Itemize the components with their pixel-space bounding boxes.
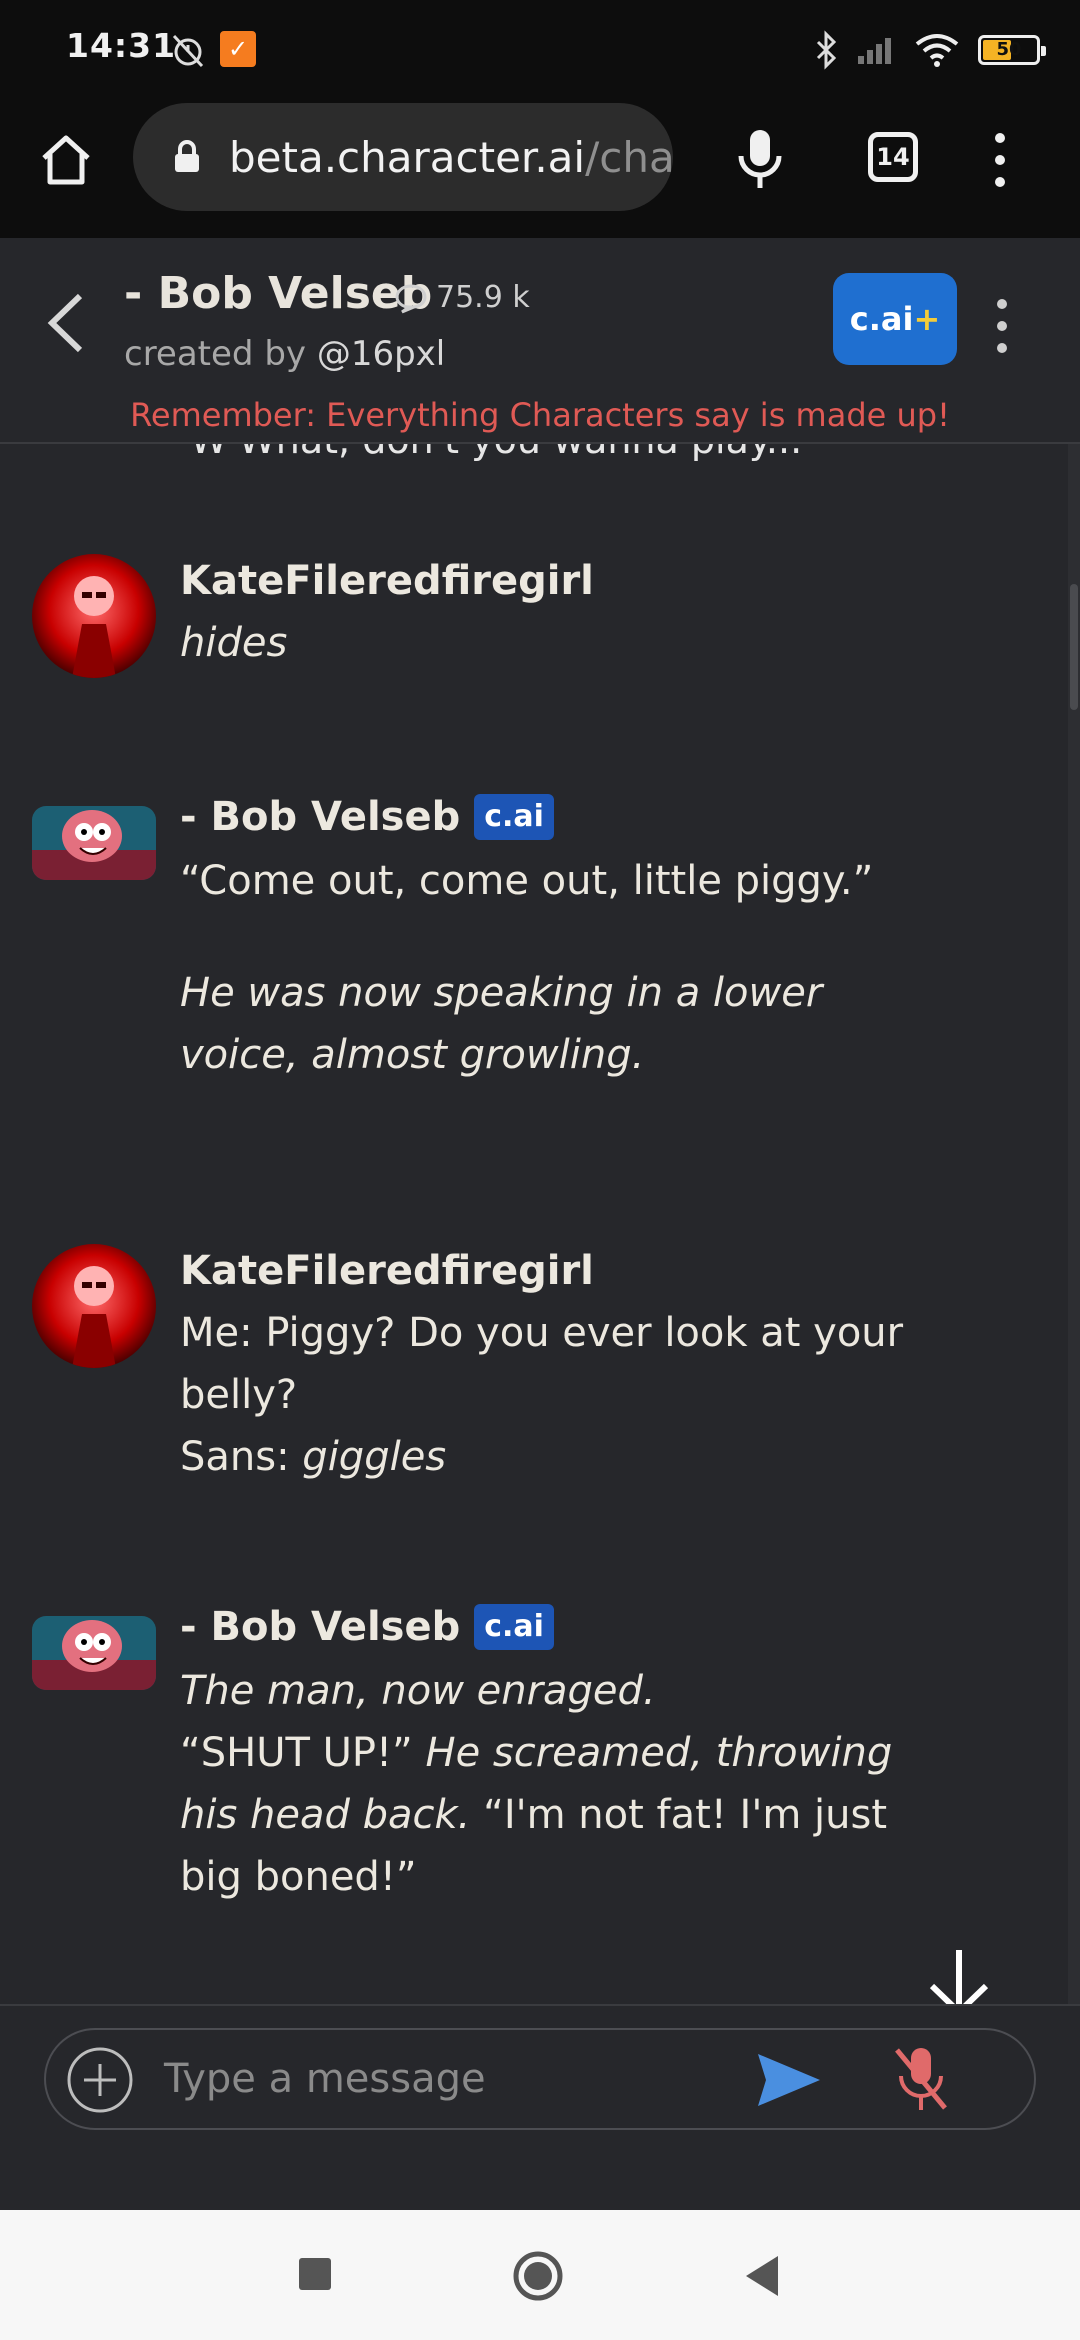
signal-icon	[858, 38, 891, 64]
italic-text: He was now speaking in a lower voice, al…	[180, 970, 823, 1078]
url-path: /chat	[585, 132, 673, 182]
author-name: KateFileredfiregirl	[180, 558, 594, 604]
chat-messages[interactable]: W-What, don't you wanna play... KateFile…	[0, 444, 1080, 2004]
chat-count-value: 75.9 k	[436, 280, 530, 315]
message-input-container[interactable]: Type a message	[44, 2028, 1036, 2130]
message-input[interactable]: Type a message	[164, 2056, 486, 2102]
url-domain: beta.character.ai	[229, 132, 586, 182]
scroll-thumb[interactable]	[1070, 584, 1078, 710]
character-name: - Bob Velseb	[124, 268, 433, 319]
message-text: hides	[180, 612, 940, 674]
message-author: - Bob Velseb c.ai	[180, 794, 554, 840]
app-notification-icon: ✓	[220, 31, 256, 67]
url-text: beta.character.ai/chat	[229, 133, 673, 182]
creator-prefix: created by	[124, 334, 317, 374]
creator-line: created by @16pxl	[124, 334, 445, 374]
scroll-down-arrow-icon[interactable]	[924, 1944, 994, 2004]
message-author: KateFileredfiregirl	[180, 1248, 594, 1294]
back-arrow-icon[interactable]	[44, 290, 88, 356]
quote-text: “SHUT UP!”	[180, 1730, 413, 1776]
chat-count: 75.9 k	[394, 280, 530, 315]
user-avatar[interactable]	[32, 554, 156, 678]
chat-bubble-icon	[395, 283, 427, 313]
status-time: 14:31	[66, 26, 177, 65]
scrollbar[interactable]	[1068, 444, 1080, 2004]
creator-handle[interactable]: @16pxl	[317, 334, 445, 374]
tab-switcher-button[interactable]: 14	[868, 132, 918, 182]
cai-badge: c.ai	[474, 794, 554, 840]
bluetooth-icon	[816, 30, 837, 70]
recent-apps-icon[interactable]	[299, 2258, 331, 2290]
partial-message-text: W-What, don't you wanna play...	[190, 444, 802, 462]
message-text: The man, now enraged. “SHUT UP!” He scre…	[180, 1660, 940, 1908]
italic-text: hides	[180, 620, 288, 666]
cai-badge: c.ai	[474, 1604, 554, 1650]
voice-search-icon[interactable]	[735, 126, 785, 192]
message-line: Me: Piggy? Do you ever look at your bell…	[180, 1310, 904, 1418]
message-author: KateFileredfiregirl	[180, 558, 594, 604]
message-composer: Type a message	[0, 2004, 1080, 2210]
author-name: KateFileredfiregirl	[180, 1248, 594, 1294]
author-name: - Bob Velseb	[180, 794, 461, 840]
lock-icon	[175, 140, 199, 172]
author-name: - Bob Velseb	[180, 1604, 461, 1650]
message-text: “Come out, come out, little piggy.” He w…	[180, 850, 940, 1086]
chat-header: - Bob Velseb 75.9 k created by @16pxl c.…	[0, 238, 1080, 444]
system-nav-bar	[0, 2210, 1080, 2340]
address-bar[interactable]: beta.character.ai/chat	[133, 103, 673, 211]
add-circle-icon[interactable]	[66, 2046, 134, 2114]
home-icon[interactable]	[36, 130, 96, 190]
alarm-off-icon	[172, 34, 204, 68]
user-avatar[interactable]	[32, 1244, 156, 1368]
cai-plus-button[interactable]: c.ai+	[833, 273, 957, 365]
character-avatar[interactable]	[32, 806, 156, 880]
more-options-icon[interactable]	[990, 296, 1014, 356]
message-text: Me: Piggy? Do you ever look at your bell…	[180, 1302, 940, 1488]
italic-text: giggles	[302, 1434, 447, 1480]
character-avatar[interactable]	[32, 1616, 156, 1690]
nav-back-icon[interactable]	[742, 2254, 782, 2298]
cai-plus-mark: +	[913, 300, 941, 338]
wifi-icon	[915, 34, 959, 67]
battery-level: 50	[996, 39, 1022, 60]
disclaimer-text: Remember: Everything Characters say is m…	[130, 396, 950, 434]
send-icon[interactable]	[756, 2052, 822, 2108]
message-author: - Bob Velseb c.ai	[180, 1604, 554, 1650]
message-line-prefix: Sans:	[180, 1434, 303, 1480]
home-circle-icon[interactable]	[512, 2250, 564, 2302]
mic-off-icon[interactable]	[891, 2044, 951, 2114]
italic-text: The man, now enraged.	[180, 1668, 656, 1714]
browser-toolbar: beta.character.ai/chat 14	[0, 100, 1080, 238]
status-bar: 14:31 ✓ 50	[0, 0, 1080, 100]
cai-plus-label: c.ai	[849, 300, 914, 338]
message-line: “Come out, come out, little piggy.”	[180, 858, 874, 904]
browser-menu-icon[interactable]	[985, 130, 1015, 190]
battery-icon: 50	[978, 35, 1046, 65]
